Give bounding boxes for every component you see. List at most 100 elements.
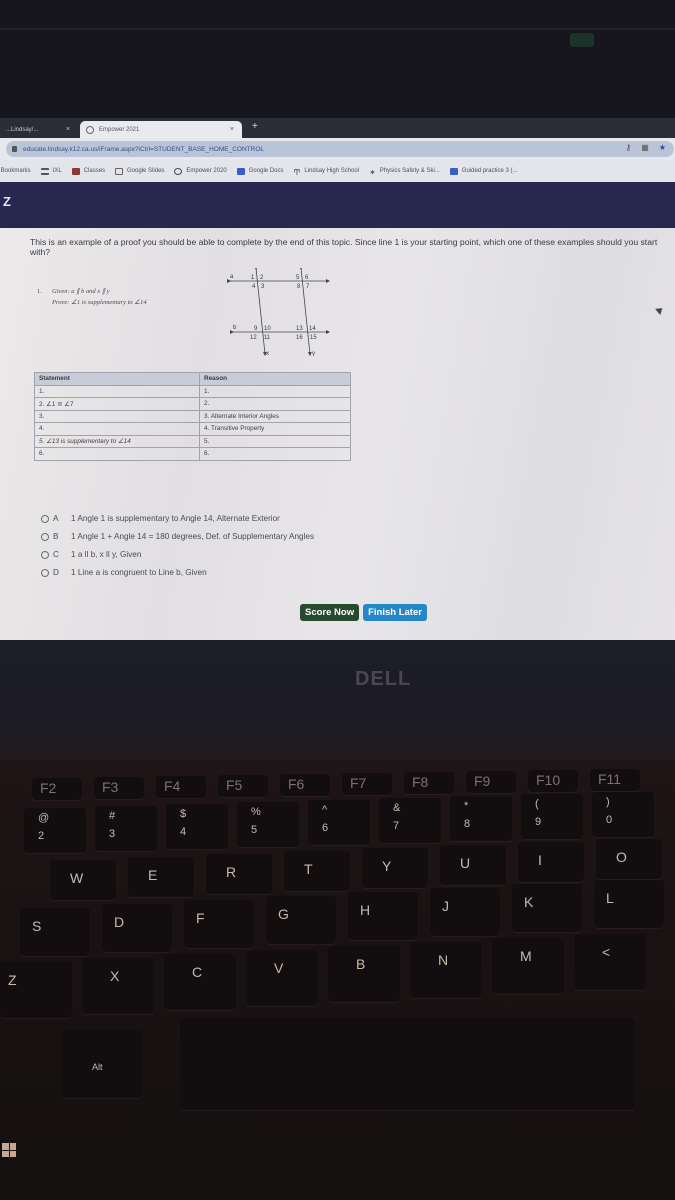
bookmark-empower-2020[interactable]: Empower 2020	[174, 167, 227, 175]
key-b[interactable]: B	[328, 946, 400, 1002]
key-f6[interactable]: F6	[280, 774, 330, 796]
docs-icon	[236, 167, 245, 175]
key-m[interactable]: M	[492, 938, 564, 994]
bookmark-guided-practice[interactable]: Guided practice 3 (...	[449, 167, 518, 175]
bookmark-label: Guided practice 3 (...	[461, 168, 518, 174]
key-j[interactable]: J	[430, 888, 500, 936]
bookmarks-bar: y Bookmarks IXL Classes Google Slides Em…	[0, 160, 675, 182]
angle-13: 13	[296, 326, 303, 332]
key-t[interactable]: T	[284, 851, 350, 891]
key-o[interactable]: O	[596, 839, 662, 879]
key-w[interactable]: W	[50, 860, 116, 900]
key-l[interactable]: L	[594, 880, 664, 928]
key-g[interactable]: G	[266, 896, 336, 944]
key-8[interactable]: * 8	[450, 796, 512, 841]
key-f2[interactable]: F2	[32, 778, 82, 800]
radio-button[interactable]	[41, 568, 49, 577]
key-r[interactable]: R	[206, 854, 272, 894]
angle-11: 11	[264, 335, 271, 341]
bookmark-ixl[interactable]: IXL	[40, 167, 62, 175]
key-9[interactable]: (9	[521, 794, 583, 839]
key-7[interactable]: & 7	[379, 798, 441, 843]
key-6[interactable]: ^ 6	[308, 800, 370, 845]
key-f[interactable]: F	[184, 900, 254, 948]
address-bar[interactable]: educate.lindsay.k12.ca.us/iFrame.aspx?iC…	[6, 141, 674, 157]
key-i[interactable]: I	[518, 842, 584, 882]
new-tab-button[interactable]: +	[252, 121, 258, 132]
reason-cell: 3. Alternate Interior Angles	[199, 409, 351, 423]
key-icon[interactable]: ⚷	[625, 143, 631, 152]
option-text: 1 Line a is congruent to Line b, Given	[71, 568, 207, 577]
option-b[interactable]: B 1 Angle 1 + Angle 14 = 180 degrees, De…	[41, 530, 314, 543]
key-f9[interactable]: F9	[466, 771, 516, 793]
finish-later-button[interactable]: Finish Later	[363, 604, 427, 621]
bookmark-physics-safety[interactable]: ✶ Physics Safety & Ski...	[369, 168, 440, 177]
key-0[interactable]: ) 0	[592, 792, 654, 837]
close-tab-icon[interactable]: ×	[66, 126, 70, 133]
option-d[interactable]: D 1 Line a is congruent to Line b, Given	[41, 566, 314, 579]
key-label: <	[602, 944, 611, 960]
windows-key-icon[interactable]	[2, 1143, 16, 1157]
key-label: X	[110, 968, 120, 984]
key-3[interactable]: #3	[95, 806, 157, 851]
key-s[interactable]: S	[20, 908, 90, 956]
bookmark-google-docs[interactable]: Google Docs	[236, 167, 283, 175]
bookmark-label: Google Slides	[127, 168, 165, 174]
key-e[interactable]: E	[128, 857, 194, 897]
key-label: J	[442, 898, 449, 914]
bookmark-classes[interactable]: Classes	[71, 167, 105, 175]
close-tab-icon[interactable]: ×	[230, 126, 234, 133]
score-now-button[interactable]: Score Now	[300, 604, 360, 621]
header-reason: Reason	[199, 372, 351, 386]
key-f3[interactable]: F3	[94, 777, 144, 799]
app-logo[interactable]: Z	[3, 194, 11, 209]
key-f4[interactable]: F4	[156, 776, 206, 798]
radio-button[interactable]	[41, 550, 49, 559]
key-comma[interactable]: <	[574, 934, 646, 990]
key-2[interactable]: @2	[24, 808, 86, 853]
bookmark-all[interactable]: y Bookmarks	[0, 168, 31, 174]
tab-inactive[interactable]: ...Lindsay/... ×	[0, 121, 78, 138]
key-alt[interactable]: Alt	[62, 1030, 142, 1098]
key-x[interactable]: X	[82, 958, 154, 1014]
key-z[interactable]: Z	[0, 962, 72, 1018]
key-h[interactable]: H	[348, 892, 418, 940]
key-c[interactable]: C	[164, 954, 236, 1010]
key-y[interactable]: Y	[362, 848, 428, 888]
bookmark-google-slides[interactable]: Google Slides	[115, 167, 165, 175]
key-4[interactable]: $4	[166, 804, 228, 849]
app-header: Z	[0, 182, 675, 228]
key-shift-label: *	[464, 800, 469, 812]
key-f5[interactable]: F5	[218, 775, 268, 797]
radio-button[interactable]	[41, 514, 49, 523]
key-shift-label: %	[251, 806, 261, 818]
key-d[interactable]: D	[102, 904, 172, 952]
angle-2: 2	[260, 275, 264, 281]
option-c[interactable]: C 1 a ll b, x ll y, Given	[41, 548, 314, 561]
key-5[interactable]: % 5	[237, 802, 299, 847]
bookmark-label: Empower 2020	[186, 168, 227, 174]
star-icon[interactable]: ★	[659, 143, 666, 152]
key-label: U	[460, 855, 471, 871]
given-statement: Given: a ∥ b and x ∥ y	[52, 288, 110, 295]
tab-empower[interactable]: Empower 2021 ×	[80, 121, 242, 138]
bookmark-lindsay-high[interactable]: Ͳ Lindsay High School	[293, 168, 359, 177]
key-label: 9	[535, 816, 542, 828]
key-f8[interactable]: F8	[404, 772, 454, 794]
key-f10[interactable]: F10	[528, 770, 578, 792]
angle-10: 10	[264, 326, 271, 332]
key-label: 7	[393, 820, 400, 832]
key-f7[interactable]: F7	[342, 773, 392, 795]
angle-7: 7	[306, 284, 310, 290]
key-n[interactable]: N	[410, 942, 482, 998]
key-u[interactable]: U	[440, 845, 506, 885]
key-k[interactable]: K	[512, 884, 582, 932]
option-a[interactable]: A 1 Angle 1 is supplementary to Angle 14…	[41, 512, 314, 525]
key-f11[interactable]: F11	[590, 769, 640, 791]
key-label: 2	[38, 830, 45, 842]
key-space[interactable]	[180, 1018, 635, 1110]
key-v[interactable]: V	[246, 950, 318, 1006]
radio-button[interactable]	[41, 532, 49, 541]
key-label: F11	[598, 771, 622, 787]
extension-icon[interactable]: ▦	[641, 143, 649, 152]
